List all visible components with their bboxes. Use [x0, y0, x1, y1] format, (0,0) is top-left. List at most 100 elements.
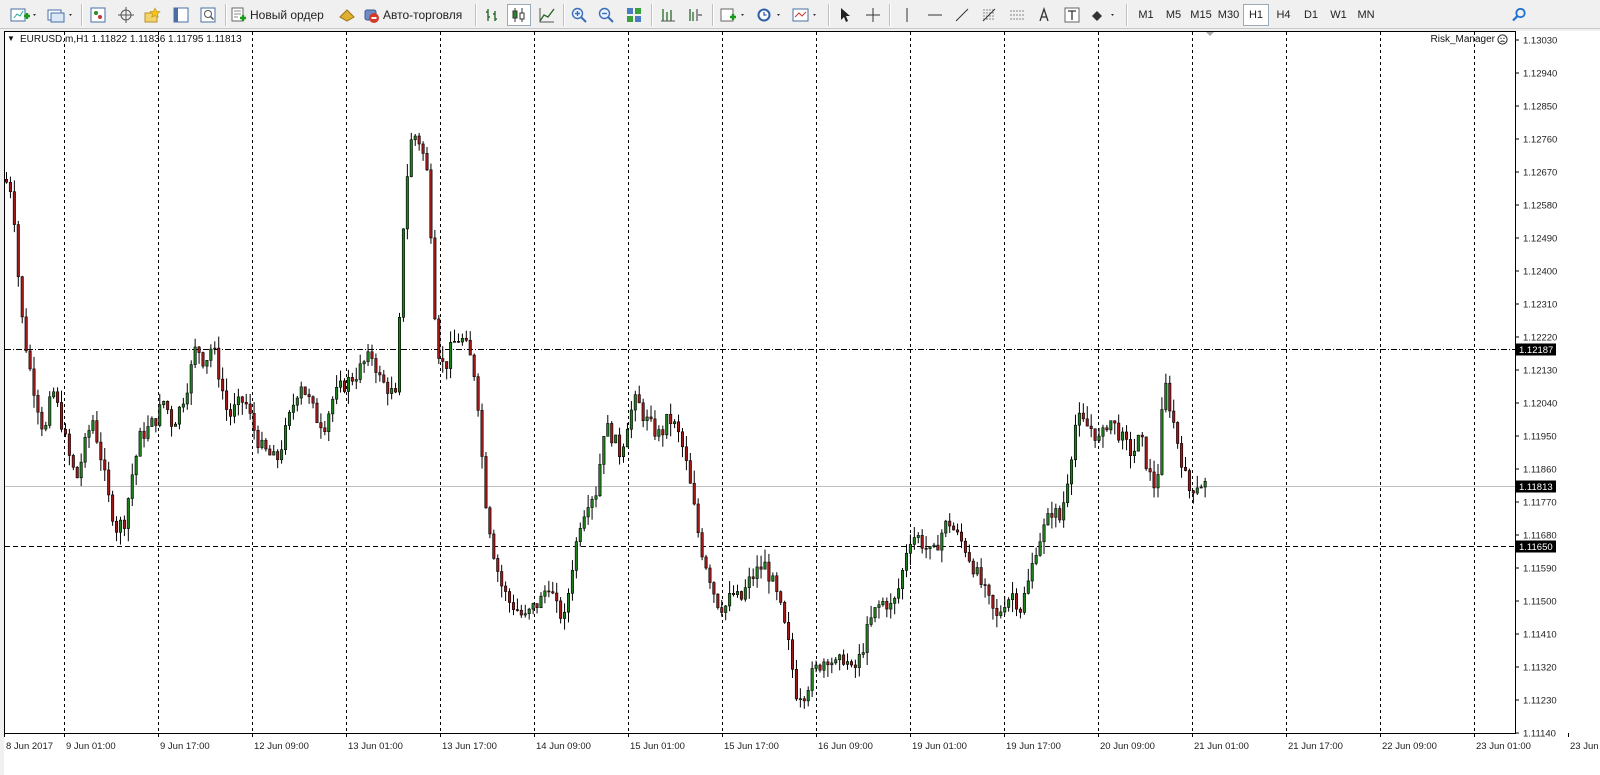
candle-body [1109, 420, 1113, 431]
risk-manager-indicator[interactable]: Risk_Manager [1431, 34, 1508, 45]
candle-body [339, 380, 343, 388]
time-label: 20 Jun 09:00 [1100, 741, 1155, 752]
candle-body [1117, 422, 1121, 441]
timeframe-h1[interactable]: H1 [1243, 4, 1269, 26]
symbol-menu-icon[interactable]: ▼ [7, 34, 15, 43]
candle-body [515, 609, 519, 611]
candle-body [504, 585, 508, 592]
candle-body [566, 593, 570, 613]
chart-window[interactable]: 8 Jun 2017 9 Jun 01:00 9 Jun 17:00 12 Jun 0… [4, 31, 1600, 775]
tile-windows-button[interactable] [623, 4, 645, 26]
arrows-button[interactable] [1088, 4, 1120, 26]
candle-body [433, 237, 437, 320]
candle-body [669, 413, 673, 425]
zoom-out-button[interactable] [595, 4, 617, 26]
autoscroll-button[interactable] [657, 4, 679, 26]
vertical-line-button[interactable] [896, 4, 918, 26]
candle-body [700, 532, 704, 558]
bar-chart-button[interactable] [481, 4, 503, 26]
candle-body [916, 535, 920, 538]
candle-body [150, 418, 154, 427]
price-label: 1.12130 [1523, 366, 1557, 377]
candle-body [87, 430, 91, 438]
candle-body [590, 498, 594, 508]
auto-trading-toggle[interactable]: Авто-торговля [362, 4, 468, 26]
templates-button[interactable] [790, 4, 822, 26]
price-label: 1.12670 [1523, 168, 1557, 179]
candle-body [99, 441, 103, 461]
profiles-button[interactable] [44, 4, 76, 26]
timeframe-m1[interactable]: M1 [1133, 4, 1159, 26]
indicators-button[interactable] [718, 4, 750, 26]
candle-body [614, 434, 618, 444]
line-chart-button[interactable] [536, 4, 558, 26]
data-window-button[interactable] [170, 4, 192, 26]
candle-body [971, 560, 975, 575]
auto-trading-button[interactable] [333, 4, 361, 26]
fibonacci-button[interactable] [978, 4, 1000, 26]
price-label: 1.11410 [1523, 630, 1557, 641]
crosshair-button[interactable] [862, 4, 884, 26]
candle-body [1085, 418, 1089, 427]
candle-body [633, 394, 637, 411]
timeframe-m30[interactable]: M30 [1216, 4, 1242, 26]
time-label: 22 Jun 09:00 [1382, 741, 1437, 752]
text-label-button[interactable] [1061, 4, 1083, 26]
trendline-button[interactable] [951, 4, 973, 26]
timeframe-w1[interactable]: W1 [1326, 4, 1352, 26]
horizontal-line-icon [928, 14, 942, 16]
candle-body [908, 544, 912, 554]
navigator-button[interactable] [115, 4, 137, 26]
candle-body [248, 403, 252, 414]
indicators-icon [720, 8, 744, 22]
candle-body [901, 570, 905, 589]
timeframe-m5[interactable]: M5 [1161, 4, 1187, 26]
candle-body [712, 582, 716, 595]
new-order-button[interactable]: Новый ордер [231, 4, 329, 26]
candle-body [574, 541, 578, 571]
timeframe-mn[interactable]: MN [1353, 4, 1379, 26]
candle-body [944, 520, 948, 534]
periods-button[interactable] [754, 4, 786, 26]
candle-body [1018, 608, 1022, 613]
channel-button[interactable] [1006, 4, 1028, 26]
candle-body [861, 652, 865, 655]
market-watch-button[interactable] [87, 4, 109, 26]
candle-body [904, 552, 908, 571]
chart-shift-button[interactable] [684, 4, 706, 26]
timeframe-h4[interactable]: H4 [1271, 4, 1297, 26]
price-label: 1.12850 [1523, 102, 1557, 113]
price-chart[interactable]: 8 Jun 2017 9 Jun 01:00 9 Jun 17:00 12 Jun 0… [4, 31, 1600, 775]
strategy-tester-button[interactable] [197, 4, 219, 26]
candle-body [472, 354, 476, 377]
candle-body [4, 179, 9, 183]
timeframe-d1[interactable]: D1 [1298, 4, 1324, 26]
candle-body [928, 546, 932, 550]
zoom-in-button[interactable] [568, 4, 590, 26]
candle-body [1125, 431, 1129, 440]
candle-body [787, 622, 791, 641]
candle-body [987, 584, 991, 596]
candle-body [1066, 483, 1070, 503]
favorites-button[interactable] [142, 4, 164, 26]
text-button[interactable] [1033, 4, 1055, 26]
candle-body [1140, 434, 1144, 438]
candle-body [1077, 412, 1081, 426]
cursor-button[interactable] [834, 4, 856, 26]
timeframe-m15[interactable]: M15 [1188, 4, 1214, 26]
candle-body [397, 317, 401, 393]
vertical-line-icon [906, 8, 908, 22]
new-chart-button[interactable] [8, 4, 40, 26]
horizontal-line-button[interactable] [924, 4, 946, 26]
candle-body [956, 529, 960, 533]
search-button[interactable] [1508, 4, 1530, 26]
candle-body [394, 388, 398, 393]
candle-body [445, 361, 449, 369]
text-icon [1039, 7, 1049, 22]
candle-body [52, 391, 56, 398]
candle-body [170, 409, 174, 427]
price-label: 1.11770 [1523, 498, 1557, 509]
candle-body [166, 400, 170, 410]
candlestick-button[interactable] [507, 4, 531, 26]
data-window-icon [173, 7, 189, 23]
